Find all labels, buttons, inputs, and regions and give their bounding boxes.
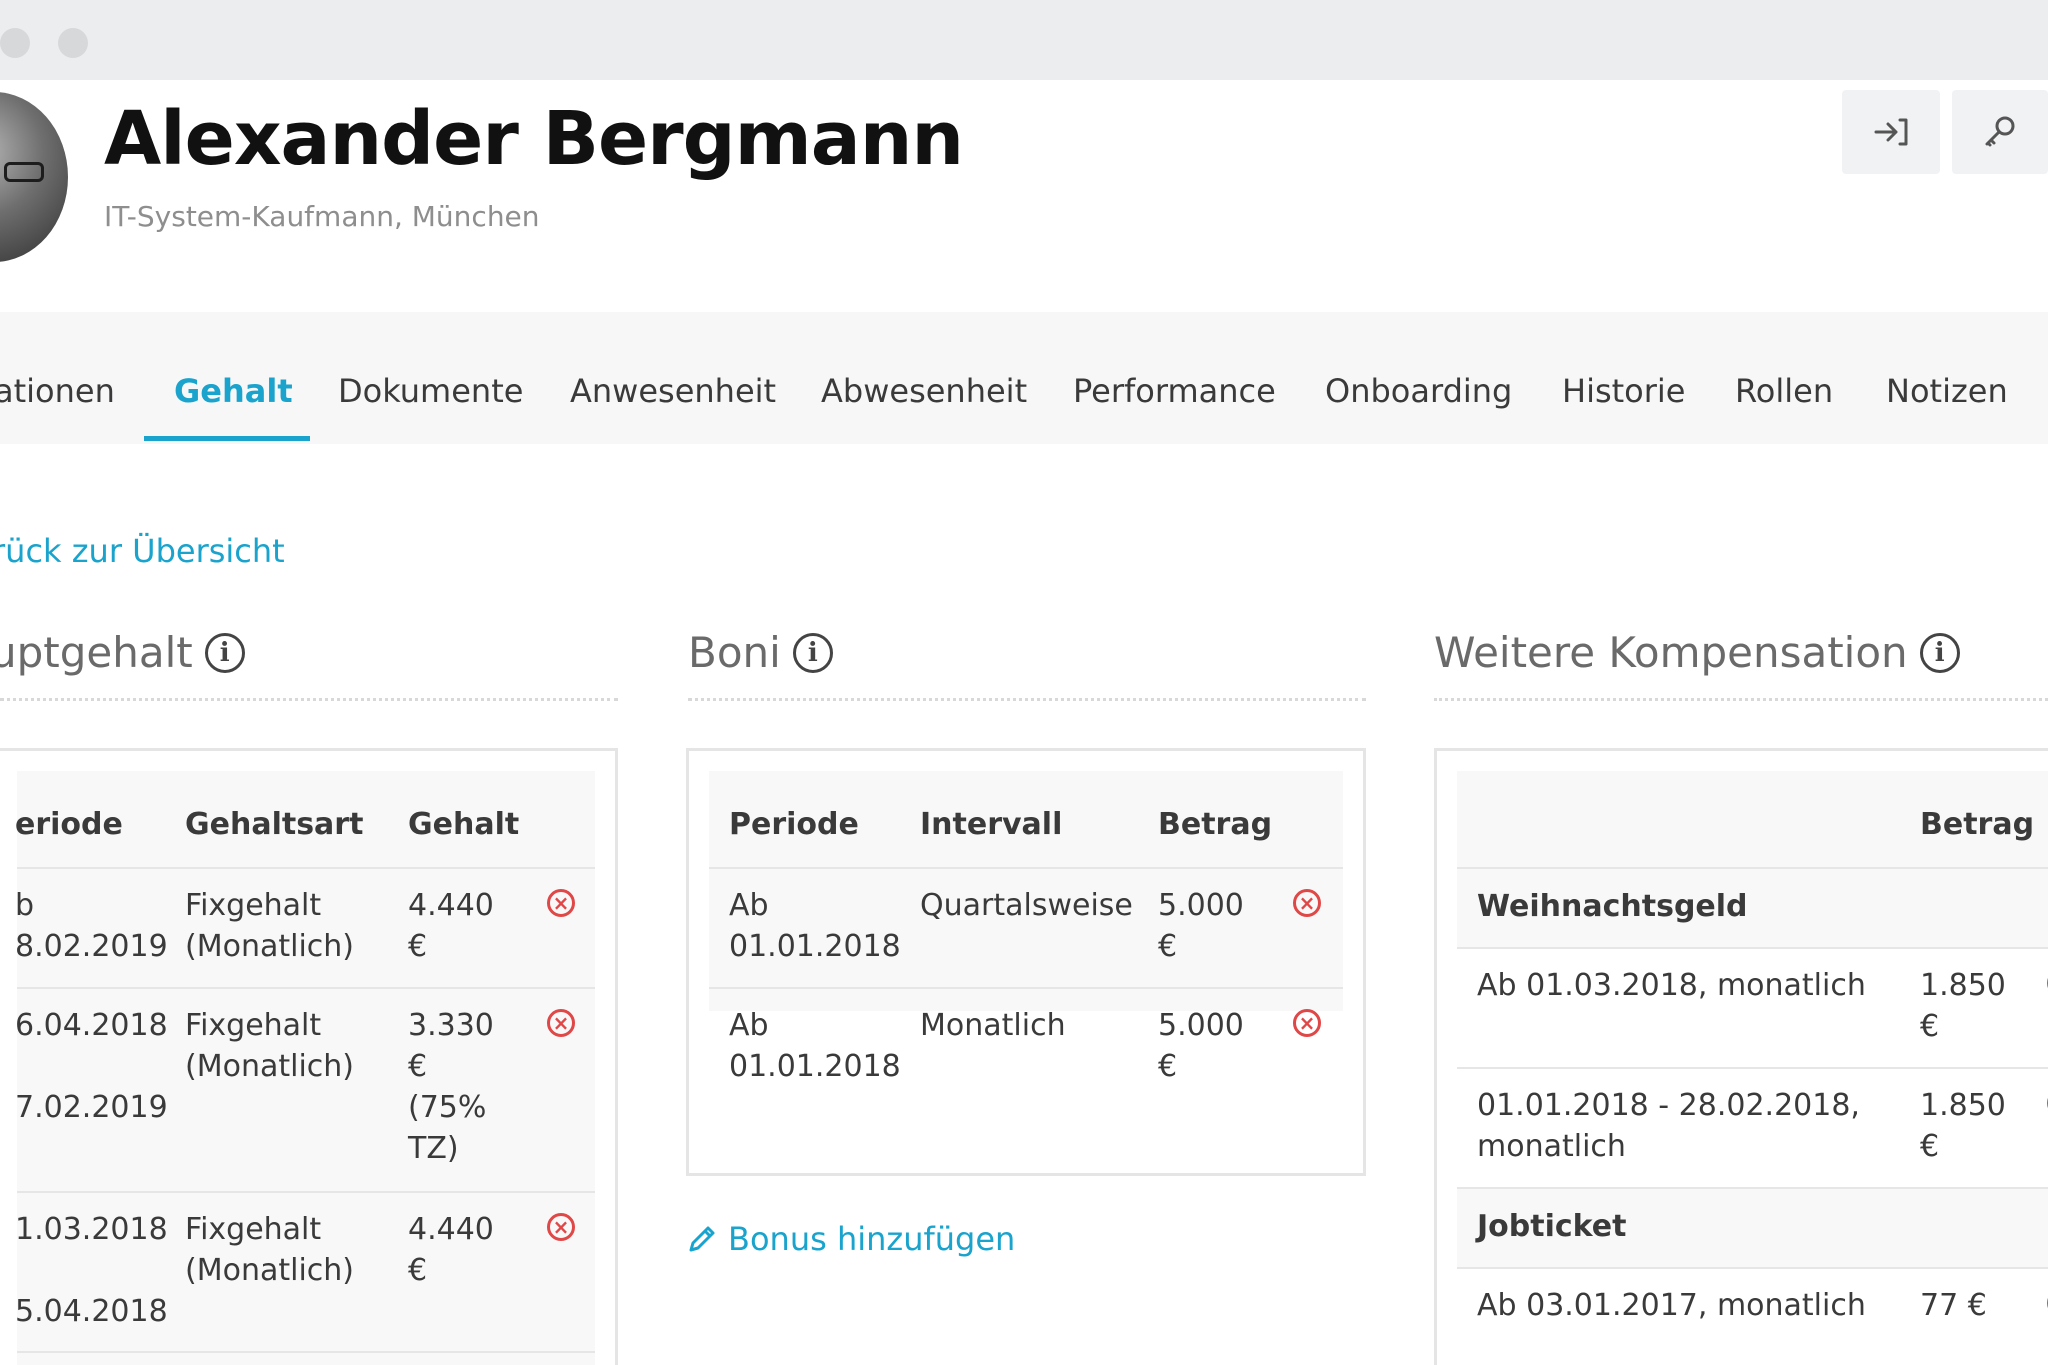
table-cell: 1.03.2018 5.04.2018 xyxy=(15,1212,168,1329)
section-title-boni: Boni i xyxy=(688,628,833,677)
delete-icon[interactable]: × xyxy=(547,1009,575,1037)
table-cell: Monatlich xyxy=(920,1008,1066,1043)
boni-card: Periode Intervall Betrag Ab 01.01.2018 Q… xyxy=(686,748,1366,1176)
group-title: Weihnachtsgeld xyxy=(1477,889,1748,924)
boni-table: Periode Intervall Betrag Ab 01.01.2018 Q… xyxy=(709,771,1343,1011)
table-cell: 6.04.2018 7.02.2019 xyxy=(15,1008,168,1125)
table-cell: 3.330 € (75% TZ) xyxy=(408,1008,494,1166)
hauptgehalt-table: eriode Gehaltsart Gehalt b 8.02.2019 Fix… xyxy=(15,771,595,1365)
table-cell: b 8.02.2019 xyxy=(15,888,168,964)
add-bonus-link[interactable]: Bonus hinzufügen xyxy=(686,1220,1015,1258)
delete-icon[interactable]: × xyxy=(1293,1009,1321,1037)
add-bonus-label: Bonus hinzufügen xyxy=(728,1220,1016,1258)
table-cell: Fixgehalt (Monatlich) xyxy=(185,1008,354,1084)
weitere-kompensation-card: Betrag Weihnachtsgeld Ab 01.03.2018, mon… xyxy=(1434,748,2048,1365)
table-cell: 77 € xyxy=(1920,1288,1987,1323)
tab-informationen[interactable]: ationen xyxy=(0,372,115,410)
divider xyxy=(688,698,1366,701)
table-cell: 5.000 € xyxy=(1158,1008,1244,1084)
tab-notizen[interactable]: Notizen xyxy=(1886,372,2008,410)
tab-historie[interactable]: Historie xyxy=(1562,372,1685,410)
table-cell: 1.850 € xyxy=(1920,968,2006,1044)
column-header: Periode xyxy=(729,807,859,842)
info-icon[interactable]: i xyxy=(792,632,833,673)
login-as-button[interactable] xyxy=(1842,90,1940,174)
window-control-dot[interactable] xyxy=(0,28,30,58)
section-title-text: Weitere Kompensation xyxy=(1434,628,1908,677)
avatar xyxy=(0,92,68,262)
column-header: eriode xyxy=(15,807,123,842)
table-cell: Fixgehalt (Monatlich) xyxy=(185,1212,354,1288)
key-icon xyxy=(1985,116,2015,147)
column-header: Gehalt xyxy=(408,807,520,842)
table-cell: 1.850 € xyxy=(1920,1088,2006,1164)
section-title-hauptgehalt: uptgehalt i xyxy=(0,628,245,677)
table-cell: Quartalsweise xyxy=(920,888,1133,923)
table-cell: Fixgehalt (Monatlich) xyxy=(185,888,354,964)
tab-onboarding[interactable]: Onboarding xyxy=(1325,372,1512,410)
table-cell: 4.440 € xyxy=(408,1212,494,1288)
hauptgehalt-card: eriode Gehaltsart Gehalt b 8.02.2019 Fix… xyxy=(0,748,618,1365)
sign-in-icon xyxy=(1874,118,1908,146)
divider xyxy=(1434,698,2048,701)
tab-rollen[interactable]: Rollen xyxy=(1735,372,1833,410)
employee-subtitle: IT-System-Kaufmann, München xyxy=(104,200,540,233)
section-title-weitere: Weitere Kompensation i xyxy=(1434,628,1960,677)
password-key-button[interactable] xyxy=(1952,90,2048,174)
section-title-text: Boni xyxy=(688,628,781,677)
column-header: Betrag xyxy=(1920,807,2035,842)
pencil-icon xyxy=(689,1226,715,1252)
column-header: Gehaltsart xyxy=(185,807,364,842)
window-control-dot[interactable] xyxy=(58,28,88,58)
divider xyxy=(0,698,618,701)
delete-icon[interactable]: × xyxy=(1293,889,1321,917)
info-icon[interactable]: i xyxy=(204,632,245,673)
table-cell: 5.000 € xyxy=(1158,888,1244,964)
back-to-overview-link[interactable]: rück zur Übersicht xyxy=(0,532,285,570)
delete-icon[interactable]: × xyxy=(547,1213,575,1241)
window-titlebar xyxy=(0,0,2048,80)
active-tab-indicator xyxy=(144,436,310,441)
table-cell: 4.440 € xyxy=(408,888,494,964)
table-cell: Ab 01.01.2018 xyxy=(729,888,901,964)
column-header: Intervall xyxy=(920,807,1063,842)
tab-abwesenheit[interactable]: Abwesenheit xyxy=(821,372,1027,410)
employee-name: Alexander Bergmann xyxy=(104,96,964,182)
table-cell: Ab 01.03.2018, monatlich xyxy=(1477,968,1866,1003)
weitere-table: Betrag Weihnachtsgeld Ab 01.03.2018, mon… xyxy=(1457,771,2048,1365)
section-title-text: uptgehalt xyxy=(0,628,193,677)
tab-dokumente[interactable]: Dokumente xyxy=(338,372,523,410)
table-cell: Ab 01.01.2018 xyxy=(729,1008,901,1084)
column-header: Betrag xyxy=(1158,807,1273,842)
tab-anwesenheit[interactable]: Anwesenheit xyxy=(570,372,776,410)
delete-icon[interactable]: × xyxy=(547,889,575,917)
tab-gehalt[interactable]: Gehalt xyxy=(174,372,293,410)
tab-performance[interactable]: Performance xyxy=(1073,372,1276,410)
group-title: Jobticket xyxy=(1477,1209,1627,1244)
table-cell: Ab 03.01.2017, monatlich xyxy=(1477,1288,1866,1323)
table-cell: 01.01.2018 - 28.02.2018, monatlich xyxy=(1477,1088,1860,1164)
info-icon[interactable]: i xyxy=(1919,632,1960,673)
